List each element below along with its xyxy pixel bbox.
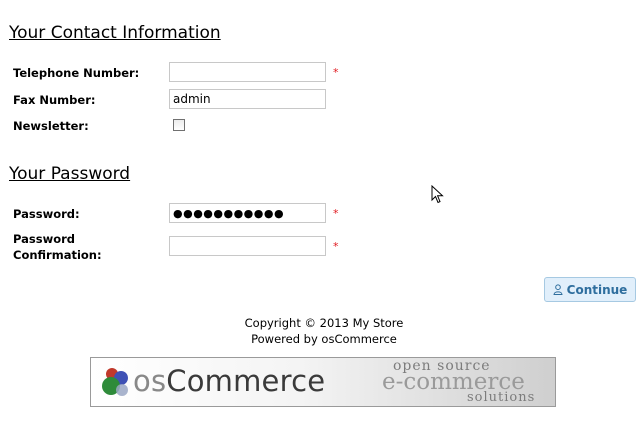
password-input[interactable]: ●●●●●●●●●●●	[169, 203, 326, 223]
password-confirm-label-line2: Confirmation:	[13, 248, 102, 262]
user-icon	[553, 284, 563, 295]
oscommerce-logo-text: osCommerce	[133, 364, 326, 398]
copyright-text: Copyright © 2013 My Store	[244, 316, 404, 330]
telephone-label: Telephone Number:	[13, 66, 140, 80]
password-required-marker: *	[333, 207, 339, 220]
powered-by-text: Powered by osCommerce	[251, 332, 397, 346]
mouse-cursor-icon	[431, 185, 444, 204]
password-label: Password:	[13, 207, 80, 221]
password-confirm-label: Password Confirmation:	[13, 231, 102, 263]
oscommerce-banner[interactable]: osCommerce open source e-commerce soluti…	[90, 357, 556, 407]
password-confirm-input[interactable]	[169, 236, 326, 256]
contact-section-title: Your Contact Information	[9, 23, 221, 43]
continue-button-label: Continue	[566, 282, 628, 297]
newsletter-checkbox[interactable]	[173, 119, 185, 131]
telephone-required-marker: *	[333, 66, 339, 79]
fax-input[interactable]: admin	[169, 89, 326, 109]
fax-label: Fax Number:	[13, 93, 96, 107]
continue-button[interactable]: Continue	[544, 277, 636, 302]
password-confirm-required-marker: *	[333, 240, 339, 253]
newsletter-label: Newsletter:	[13, 119, 89, 133]
password-section-title: Your Password	[9, 164, 131, 184]
password-confirm-label-line1: Password	[13, 232, 75, 246]
telephone-input[interactable]	[169, 62, 326, 82]
banner-tagline-solutions: solutions	[467, 390, 536, 405]
oscommerce-logo-icon	[102, 368, 128, 396]
